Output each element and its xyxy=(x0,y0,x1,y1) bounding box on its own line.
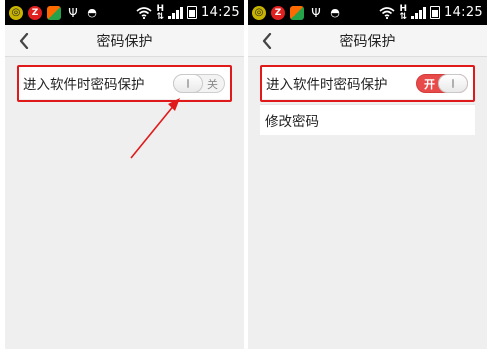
wifi-icon xyxy=(379,6,396,19)
toggle-knob xyxy=(438,74,468,93)
sync-circle-icon: ◎ xyxy=(252,5,266,20)
clock: 14:25 xyxy=(444,5,483,20)
toggle-knob xyxy=(173,74,203,93)
signal-icon xyxy=(411,6,427,19)
z-app-icon: Z xyxy=(28,5,42,20)
password-protection-row[interactable]: 进入软件时密码保护 关 xyxy=(18,67,231,99)
h-network-icon: H ⇅ xyxy=(156,3,165,22)
page-title: 密码保护 xyxy=(339,33,396,50)
change-password-row[interactable]: 修改密码 xyxy=(260,104,475,135)
usb-icon: Ψ xyxy=(68,5,78,20)
battery-icon xyxy=(430,6,441,19)
toggle-state-label: 开 xyxy=(424,77,435,91)
status-bar: ◎ Z Ψ ◓ H ⇅ 14:25 xyxy=(5,0,244,25)
status-bar: ◎ Z Ψ ◓ H ⇅ 14:25 xyxy=(248,0,487,25)
back-button[interactable] xyxy=(256,29,278,53)
chevron-left-icon xyxy=(19,33,29,49)
h-network-icon: H ⇅ xyxy=(399,3,408,22)
back-button[interactable] xyxy=(13,29,35,53)
android-icon: ◓ xyxy=(330,5,340,19)
change-password-label: 修改密码 xyxy=(265,114,319,130)
password-protection-row[interactable]: 进入软件时密码保护 开 xyxy=(261,67,474,99)
password-protection-label: 进入软件时密码保护 xyxy=(266,77,388,93)
android-icon: ◓ xyxy=(87,5,97,19)
battery-icon xyxy=(187,6,198,19)
toggle-state-label: 关 xyxy=(207,77,218,91)
password-protection-toggle[interactable]: 关 xyxy=(173,74,225,93)
z-app-icon: Z xyxy=(271,5,285,20)
signal-icon xyxy=(168,6,184,19)
title-bar: 密码保护 xyxy=(5,25,244,57)
usb-icon: Ψ xyxy=(311,5,321,20)
title-bar: 密码保护 xyxy=(248,25,487,57)
password-protection-label: 进入软件时密码保护 xyxy=(23,77,145,93)
sync-circle-icon: ◎ xyxy=(9,5,23,20)
page-title: 密码保护 xyxy=(96,33,153,50)
chevron-left-icon xyxy=(262,33,272,49)
colorful-app-icon xyxy=(290,5,304,20)
wifi-icon xyxy=(136,6,153,19)
password-protection-toggle[interactable]: 开 xyxy=(416,74,468,93)
clock: 14:25 xyxy=(201,5,240,20)
screen-after: ◎ Z Ψ ◓ H ⇅ 14:25 密码保护 进入软件时密码保护 开 修改密码 xyxy=(248,0,487,349)
colorful-app-icon xyxy=(47,5,61,20)
screen-before: ◎ Z Ψ ◓ H ⇅ 14:25 密码保护 进入软件时密码保护 关 xyxy=(5,0,244,349)
